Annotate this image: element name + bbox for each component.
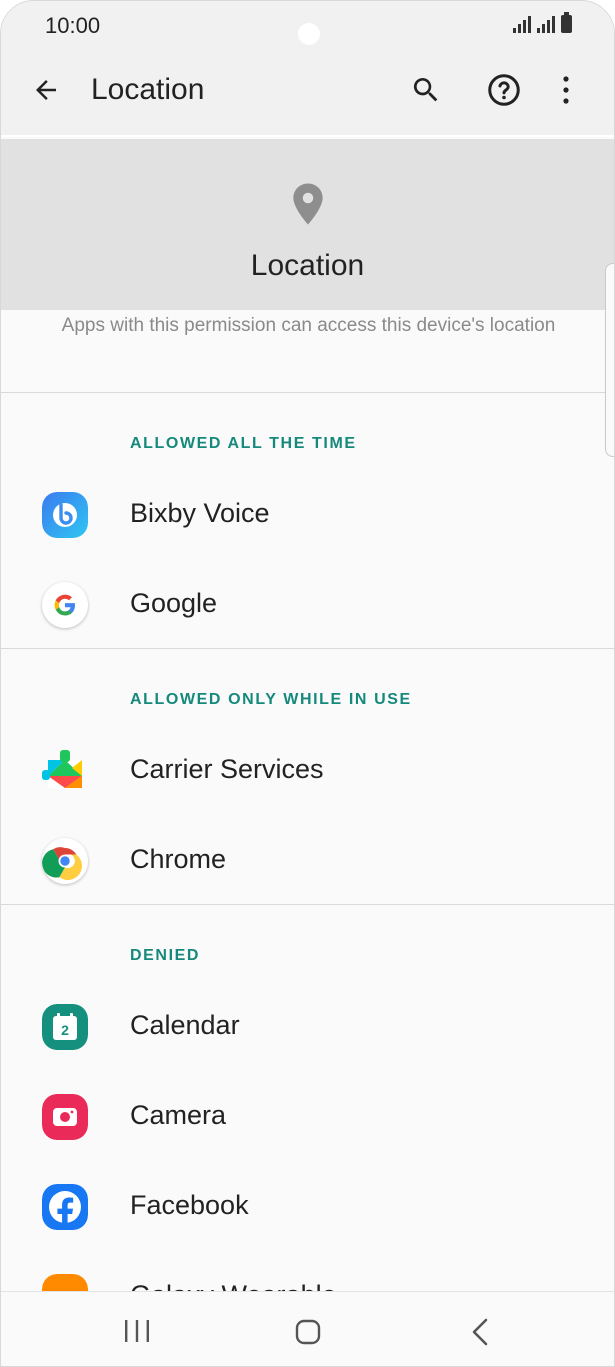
location-pin-icon [290, 182, 326, 231]
list-item-facebook[interactable]: Facebook [1, 1161, 614, 1251]
list-item-calendar[interactable]: 2 Calendar [1, 981, 614, 1071]
status-time: 10:00 [45, 13, 101, 38]
list-item-bixby-voice[interactable]: Bixby Voice [1, 469, 614, 559]
calendar-icon: 2 [42, 1004, 88, 1050]
battery-icon [561, 12, 572, 33]
chrome-icon [42, 838, 88, 884]
divider [1, 648, 614, 649]
app-label: Camera [130, 1100, 227, 1130]
app-label: Google [130, 588, 218, 618]
list-item-google[interactable]: Google [1, 559, 614, 649]
divider [1, 904, 614, 905]
more-vertical-icon[interactable] [545, 69, 587, 111]
status-bar: 10:00 [1, 1, 614, 45]
search-icon[interactable] [405, 69, 447, 111]
list-item-camera[interactable]: Camera [1, 1071, 614, 1161]
recent-apps-icon[interactable] [119, 1316, 155, 1346]
carrier-services-icon [42, 748, 88, 794]
scrollbar[interactable] [605, 263, 614, 457]
google-icon [42, 582, 88, 628]
facebook-icon [42, 1184, 88, 1230]
header-description: Apps with this permission can access thi… [61, 315, 556, 336]
phone-screen: 10:00 Location Location Apps with this p… [0, 0, 615, 1367]
bixby-voice-icon [42, 492, 88, 538]
list-item-chrome[interactable]: Chrome [1, 815, 614, 905]
list-item-carrier-services[interactable]: Carrier Services [1, 725, 614, 815]
section-title-allowed-all-time: ALLOWED ALL THE TIME [130, 435, 357, 452]
camera-icon [42, 1094, 88, 1140]
navigation-bar [1, 1291, 614, 1366]
calendar-day-label: 2 [61, 1022, 69, 1038]
back-chevron-icon[interactable] [463, 1314, 499, 1350]
app-label: Bixby Voice [130, 498, 270, 528]
section-title-denied: DENIED [130, 947, 201, 964]
divider [1, 392, 614, 393]
permission-header: Location [1, 139, 614, 310]
arrow-left-icon[interactable] [25, 69, 67, 111]
app-label: Calendar [130, 1010, 240, 1040]
header-title: Location [250, 249, 365, 282]
camera-cutout [298, 23, 320, 45]
help-circle-icon[interactable] [483, 69, 525, 111]
app-bar: Location [1, 45, 614, 137]
status-icons [513, 12, 572, 33]
home-icon[interactable] [290, 1314, 326, 1350]
page-title: Location [91, 73, 205, 106]
section-title-allowed-while-in-use: ALLOWED ONLY WHILE IN USE [130, 691, 412, 708]
app-label: Carrier Services [130, 754, 324, 784]
signal-icon [537, 15, 555, 33]
app-label: Chrome [130, 844, 227, 874]
signal-icon [513, 15, 531, 33]
app-label: Facebook [130, 1190, 249, 1220]
